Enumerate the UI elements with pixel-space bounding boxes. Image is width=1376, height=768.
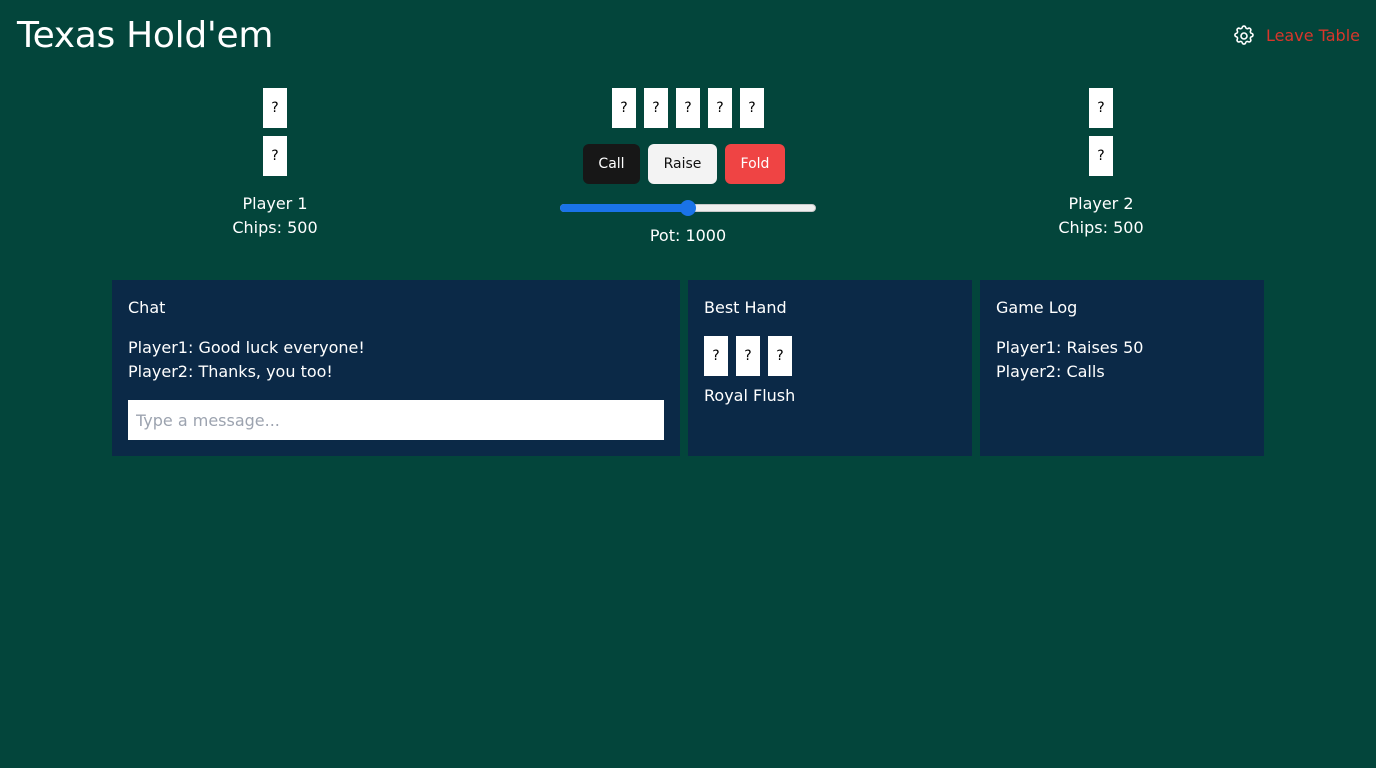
community-card: ? [708, 88, 732, 128]
best-hand-name: Royal Flush [704, 386, 796, 405]
player2-card: ? [1089, 88, 1113, 128]
slider-thumb[interactable] [680, 200, 696, 216]
community-card: ? [676, 88, 700, 128]
community-card: ? [740, 88, 764, 128]
gear-icon[interactable] [1232, 24, 1256, 48]
game-log-panel: Game Log Player1: Raises 50 Player2: Cal… [980, 280, 1264, 456]
chat-message: Player2: Thanks, you too! [128, 362, 333, 381]
chat-title: Chat [128, 298, 166, 317]
player2-chips: Chips: 500 [1058, 218, 1144, 237]
player1-name: Player 1 [242, 194, 308, 213]
player1-card: ? [263, 88, 287, 128]
leave-table-link[interactable]: Leave Table [1266, 24, 1360, 48]
fold-button[interactable]: Fold [725, 144, 785, 184]
best-hand-panel: Best Hand ? ? ? Royal Flush [688, 280, 972, 456]
game-log-title: Game Log [996, 298, 1078, 317]
bet-slider[interactable] [560, 198, 816, 218]
chat-panel: Chat Player1: Good luck everyone! Player… [112, 280, 680, 456]
slider-fill [560, 204, 688, 212]
player2-name: Player 2 [1068, 194, 1134, 213]
best-hand-card: ? [768, 336, 792, 376]
chat-input[interactable] [128, 400, 664, 440]
community-card: ? [644, 88, 668, 128]
player2-card: ? [1089, 136, 1113, 176]
pot-amount: Pot: 1000 [649, 226, 727, 245]
chat-message: Player1: Good luck everyone! [128, 338, 365, 357]
call-button[interactable]: Call [583, 144, 640, 184]
best-hand-title: Best Hand [704, 298, 787, 317]
log-entry: Player1: Raises 50 [996, 338, 1144, 357]
header-actions: Leave Table [1232, 24, 1360, 48]
player2-info: Player 2 Chips: 500 [1001, 192, 1201, 240]
log-entry: Player2: Calls [996, 362, 1105, 381]
player1-card: ? [263, 136, 287, 176]
player1-info: Player 1 Chips: 500 [175, 192, 375, 240]
community-card: ? [612, 88, 636, 128]
best-hand-card: ? [704, 336, 728, 376]
best-hand-card: ? [736, 336, 760, 376]
raise-button[interactable]: Raise [648, 144, 717, 184]
player1-chips: Chips: 500 [232, 218, 318, 237]
page-title: Texas Hold'em [17, 15, 274, 56]
